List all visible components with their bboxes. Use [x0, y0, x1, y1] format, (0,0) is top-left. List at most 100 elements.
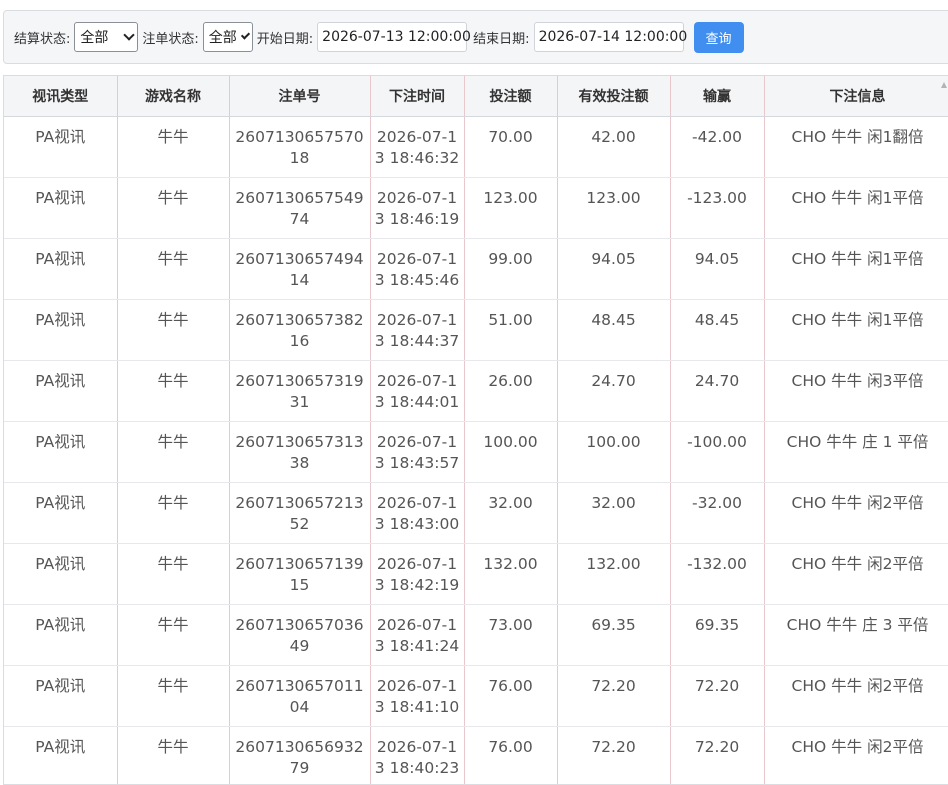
table-row: PA视讯牛牛2607130657570182026-07-13 18:46:32… [4, 117, 948, 178]
cell-bet-info: CHO 牛牛 闲3平倍 [764, 361, 948, 422]
cell-valid-bet: 32.00 [557, 483, 670, 544]
cell-order-no: 260713065749414 [229, 239, 370, 300]
table-row: PA视讯牛牛2607130657319312026-07-13 18:44:01… [4, 361, 948, 422]
cell-game-name: 牛牛 [117, 727, 229, 785]
cell-bet-amount: 76.00 [464, 727, 557, 785]
settle-status-value: 全部 [80, 27, 108, 47]
table-header-row: 视讯类型游戏名称注单号下注时间投注额有效投注额输赢下注信息 [4, 76, 948, 117]
table-body: PA视讯牛牛2607130657570182026-07-13 18:46:32… [4, 117, 948, 785]
cell-bet-amount: 73.00 [464, 605, 557, 666]
cell-bet-time: 2026-07-13 18:43:57 [370, 422, 464, 483]
cell-order-no: 260713065703649 [229, 605, 370, 666]
cell-win-loss: -123.00 [670, 178, 764, 239]
cell-win-loss: 72.20 [670, 727, 764, 785]
cell-game-name: 牛牛 [117, 666, 229, 727]
end-date-input[interactable]: 2026-07-14 12:00:00 [534, 22, 684, 52]
cell-win-loss: -132.00 [670, 544, 764, 605]
header-win-loss: 输赢 [670, 76, 764, 117]
bet-records-table-container: 视讯类型游戏名称注单号下注时间投注额有效投注额输赢下注信息 PA视讯牛牛2607… [3, 75, 948, 785]
order-status-label: 注单状态: [142, 28, 198, 47]
bet-records-table: 视讯类型游戏名称注单号下注时间投注额有效投注额输赢下注信息 PA视讯牛牛2607… [4, 76, 948, 785]
cell-game-type: PA视讯 [4, 361, 117, 422]
cell-bet-time: 2026-07-13 18:46:32 [370, 117, 464, 178]
header-bet-info: 下注信息 [764, 76, 948, 117]
cell-win-loss: 94.05 [670, 239, 764, 300]
cell-game-type: PA视讯 [4, 727, 117, 785]
cell-bet-info: CHO 牛牛 庄 1 平倍 [764, 422, 948, 483]
cell-valid-bet: 72.20 [557, 666, 670, 727]
header-bet-time: 下注时间 [370, 76, 464, 117]
cell-bet-info: CHO 牛牛 庄 3 平倍 [764, 605, 948, 666]
cell-bet-time: 2026-07-13 18:42:19 [370, 544, 464, 605]
cell-bet-amount: 70.00 [464, 117, 557, 178]
cell-bet-amount: 76.00 [464, 666, 557, 727]
cell-game-name: 牛牛 [117, 117, 229, 178]
cell-bet-info: CHO 牛牛 闲2平倍 [764, 544, 948, 605]
cell-bet-time: 2026-07-13 18:45:46 [370, 239, 464, 300]
header-bet-amount: 投注额 [464, 76, 557, 117]
cell-win-loss: -42.00 [670, 117, 764, 178]
cell-bet-amount: 26.00 [464, 361, 557, 422]
cell-bet-amount: 32.00 [464, 483, 557, 544]
table-row: PA视讯牛牛2607130657549742026-07-13 18:46:19… [4, 178, 948, 239]
cell-game-type: PA视讯 [4, 483, 117, 544]
cell-order-no: 260713065731931 [229, 361, 370, 422]
cell-bet-info: CHO 牛牛 闲2平倍 [764, 666, 948, 727]
cell-order-no: 260713065738216 [229, 300, 370, 361]
scroll-up-arrow-icon[interactable] [940, 80, 948, 90]
start-date-input[interactable]: 2026-07-13 12:00:00 [317, 22, 467, 52]
table-row: PA视讯牛牛2607130657139152026-07-13 18:42:19… [4, 544, 948, 605]
cell-game-type: PA视讯 [4, 300, 117, 361]
cell-win-loss: 69.35 [670, 605, 764, 666]
cell-game-name: 牛牛 [117, 178, 229, 239]
cell-order-no: 260713065721352 [229, 483, 370, 544]
table-row: PA视讯牛牛2607130657213522026-07-13 18:43:00… [4, 483, 948, 544]
cell-order-no: 260713065693279 [229, 727, 370, 785]
header-game-name: 游戏名称 [117, 76, 229, 117]
cell-bet-time: 2026-07-13 18:40:23 [370, 727, 464, 785]
cell-bet-amount: 132.00 [464, 544, 557, 605]
query-button[interactable]: 查询 [694, 22, 744, 53]
header-valid-bet: 有效投注额 [557, 76, 670, 117]
cell-bet-info: CHO 牛牛 闲2平倍 [764, 483, 948, 544]
cell-bet-amount: 100.00 [464, 422, 557, 483]
header-game-type: 视讯类型 [4, 76, 117, 117]
table-row: PA视讯牛牛2607130657494142026-07-13 18:45:46… [4, 239, 948, 300]
cell-order-no: 260713065757018 [229, 117, 370, 178]
cell-bet-info: CHO 牛牛 闲1平倍 [764, 178, 948, 239]
start-date-label: 开始日期: [257, 28, 313, 47]
cell-bet-time: 2026-07-13 18:41:10 [370, 666, 464, 727]
settle-status-select[interactable]: 全部 [74, 22, 138, 52]
header-order-no: 注单号 [229, 76, 370, 117]
cell-bet-time: 2026-07-13 18:44:01 [370, 361, 464, 422]
cell-game-name: 牛牛 [117, 239, 229, 300]
settle-status-label: 结算状态: [14, 28, 70, 47]
cell-game-type: PA视讯 [4, 666, 117, 727]
cell-order-no: 260713065731338 [229, 422, 370, 483]
order-status-select[interactable]: 全部 [203, 22, 253, 52]
table-row: PA视讯牛牛2607130657011042026-07-13 18:41:10… [4, 666, 948, 727]
cell-bet-time: 2026-07-13 18:43:00 [370, 483, 464, 544]
cell-game-type: PA视讯 [4, 117, 117, 178]
table-row: PA视讯牛牛2607130656932792026-07-13 18:40:23… [4, 727, 948, 785]
cell-game-name: 牛牛 [117, 544, 229, 605]
cell-game-name: 牛牛 [117, 361, 229, 422]
cell-win-loss: 24.70 [670, 361, 764, 422]
cell-bet-time: 2026-07-13 18:41:24 [370, 605, 464, 666]
cell-game-name: 牛牛 [117, 483, 229, 544]
cell-valid-bet: 100.00 [557, 422, 670, 483]
cell-order-no: 260713065701104 [229, 666, 370, 727]
order-status-value: 全部 [209, 27, 237, 47]
end-date-label: 结束日期: [473, 28, 529, 47]
cell-valid-bet: 132.00 [557, 544, 670, 605]
cell-win-loss: -100.00 [670, 422, 764, 483]
cell-bet-amount: 51.00 [464, 300, 557, 361]
table-row: PA视讯牛牛2607130657382162026-07-13 18:44:37… [4, 300, 948, 361]
cell-game-name: 牛牛 [117, 300, 229, 361]
filter-bar: 结算状态: 全部 注单状态: 全部 开始日期: 2026-07-13 12:00… [3, 10, 948, 64]
cell-game-type: PA视讯 [4, 544, 117, 605]
cell-game-type: PA视讯 [4, 605, 117, 666]
cell-bet-info: CHO 牛牛 闲2平倍 [764, 727, 948, 785]
cell-win-loss: 48.45 [670, 300, 764, 361]
cell-game-name: 牛牛 [117, 422, 229, 483]
